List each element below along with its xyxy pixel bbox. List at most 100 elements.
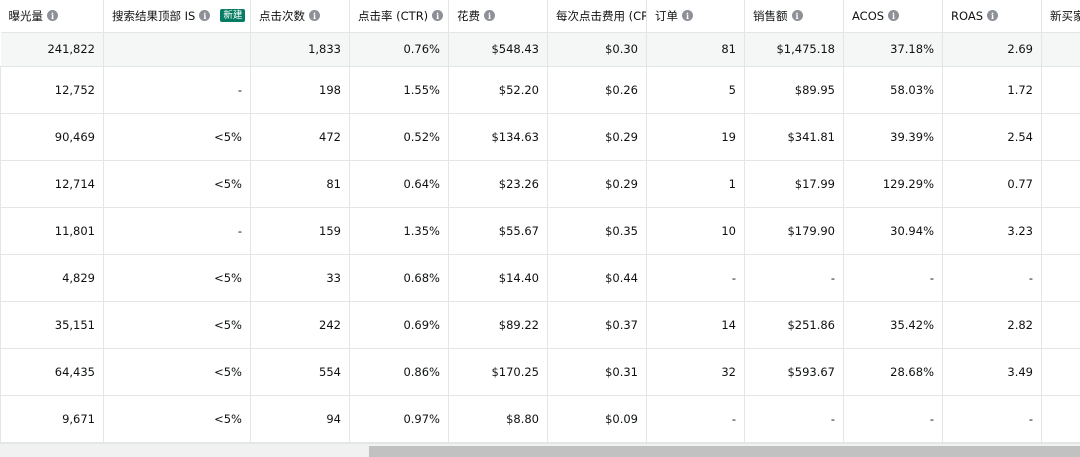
table-cell: <5% (103, 160, 251, 208)
summary-cell: 81 (646, 32, 745, 67)
table-cell: $0.44 (547, 254, 647, 302)
column-header[interactable]: 每次点击费用 (CPC (547, 0, 647, 33)
column-header[interactable]: 搜索结果顶部 IS i 新建 (103, 0, 251, 33)
table-cell: 58.03% (843, 66, 943, 114)
table-cell: 0.97% (349, 395, 449, 443)
table-cell: 81 (250, 160, 350, 208)
table-cell: 64,435 (0, 348, 104, 396)
table-cell: 32 (646, 348, 745, 396)
column-header-label: 销售额 (753, 8, 788, 23)
column-header[interactable]: 新买家 (1041, 0, 1080, 33)
column-header-label: 花费 (457, 8, 480, 23)
table-cell: - (646, 254, 745, 302)
header-row: 曝光量 i 搜索结果顶部 IS i 新建 点击次数 i 点击率 (CTR) i 花费 i 每次点击费用… (0, 0, 1080, 33)
table-cell: 35.42% (843, 301, 943, 349)
table-cell: $89.22 (448, 301, 548, 349)
info-icon[interactable]: i (432, 10, 444, 22)
table-cell: $55.67 (448, 207, 548, 255)
table-cell: 35,151 (0, 301, 104, 349)
column-header[interactable]: ACOS i (843, 0, 943, 33)
column-header[interactable]: 点击次数 i (250, 0, 350, 33)
table-cell: $179.90 (744, 207, 844, 255)
table-cell: 3.49 (942, 348, 1042, 396)
info-icon[interactable]: i (199, 10, 211, 22)
table-cell: - (942, 254, 1042, 302)
table-cell (1041, 66, 1080, 114)
info-icon[interactable]: i (987, 10, 999, 22)
column-header[interactable]: 点击率 (CTR) i (349, 0, 449, 33)
table-row[interactable]: 11,801-159 1.35% $55.67 $0.35 10 $179.90 30.94… (0, 207, 1080, 255)
table-cell: - (744, 395, 844, 443)
info-icon[interactable]: i (888, 10, 900, 22)
summary-cell: $0.30 (547, 32, 647, 67)
table-cell (1041, 207, 1080, 255)
table-row[interactable]: 9,671 <5% 94 0.97% $8.80 $0.09- - - - (0, 395, 1080, 443)
table-cell: 472 (250, 113, 350, 161)
table-cell (1041, 254, 1080, 302)
table-cell: $0.37 (547, 301, 647, 349)
table-row[interactable]: 90,469 <5% 472 0.52% $134.63 $0.29 19 $341.81 39… (0, 113, 1080, 161)
column-header[interactable]: 曝光量 i (0, 0, 104, 33)
column-header-content: 销售额 i (753, 8, 835, 24)
table-cell: $251.86 (744, 301, 844, 349)
table-row[interactable]: 35,151 <5% 242 0.69% $89.22 $0.37 14 $251.86 35.… (0, 301, 1080, 349)
summary-cell: $548.43 (448, 32, 548, 67)
new-badge: 新建 (220, 9, 246, 23)
table-cell: - (942, 395, 1042, 443)
summary-cell: 241,822 (0, 32, 104, 67)
column-header-label: 点击次数 (259, 8, 305, 23)
table-row[interactable]: 4,829 <5% 33 0.68% $14.40 $0.44- - - - (0, 254, 1080, 302)
info-icon[interactable]: i (309, 10, 320, 22)
column-header-content: 点击次数 i (259, 8, 341, 24)
table-cell: $0.26 (547, 66, 647, 114)
table-cell (1041, 301, 1080, 349)
table-row[interactable]: 12,714 <5% 81 0.64% $23.26 $0.29 1 $17.99 129.29… (0, 160, 1080, 208)
column-header[interactable]: ROAS i (942, 0, 1042, 33)
summary-cell (1041, 32, 1080, 67)
column-header-label: ACOS (852, 8, 885, 23)
table-cell: $134.63 (448, 113, 548, 161)
summary-cell (103, 32, 251, 67)
summary-cell: 0.76% (349, 32, 449, 67)
scrollbar-thumb[interactable] (369, 446, 1080, 457)
column-header-label: 搜索结果顶部 IS (112, 8, 196, 23)
table-cell (1041, 395, 1080, 443)
column-header[interactable]: 销售额 i (744, 0, 844, 33)
info-icon[interactable]: i (791, 10, 803, 22)
column-header-label: 新买家 (1050, 8, 1080, 23)
table-cell: $170.25 (448, 348, 548, 396)
table-cell: 198 (250, 66, 350, 114)
column-header-content: 点击率 (CTR) i (358, 8, 444, 24)
info-icon[interactable]: i (47, 10, 58, 22)
info-icon[interactable]: i (682, 10, 693, 22)
column-header[interactable]: 订单 i (646, 0, 745, 33)
summary-cell: 37.18% (843, 32, 943, 67)
table-cell: <5% (103, 395, 251, 443)
table-cell: $23.26 (448, 160, 548, 208)
table-cell: 90,469 (0, 113, 104, 161)
table-cell: $17.99 (744, 160, 844, 208)
horizontal-scrollbar[interactable] (0, 443, 1080, 457)
column-header-content: 每次点击费用 (CPC (556, 8, 646, 24)
table-cell: $89.95 (744, 66, 844, 114)
table-cell: <5% (103, 113, 251, 161)
column-header-content: 新买家 (1050, 8, 1080, 24)
table-cell: - (103, 207, 251, 255)
table-cell: 2.82 (942, 301, 1042, 349)
table-cell: 12,714 (0, 160, 104, 208)
info-icon[interactable]: i (484, 10, 495, 22)
column-header[interactable]: 花费 i (448, 0, 548, 33)
table-row[interactable]: 12,752-198 1.55% $52.20 $0.26 5 $89.95 58.03% 1… (0, 66, 1080, 114)
table-cell: - (103, 66, 251, 114)
column-header-label: 每次点击费用 (CPC (556, 8, 647, 23)
table-cell: - (843, 395, 943, 443)
table-cell: <5% (103, 301, 251, 349)
table-cell: 9,671 (0, 395, 104, 443)
table-row[interactable]: 64,435 <5% 554 0.86% $170.25 $0.31 32 $593.67 28… (0, 348, 1080, 396)
table-cell: 94 (250, 395, 350, 443)
column-header-content: 订单 i (655, 8, 736, 24)
column-header-content: 曝光量 i (9, 8, 96, 24)
table-cell: 4,829 (0, 254, 104, 302)
table-cell: 0.64% (349, 160, 449, 208)
table-cell: - (646, 395, 745, 443)
